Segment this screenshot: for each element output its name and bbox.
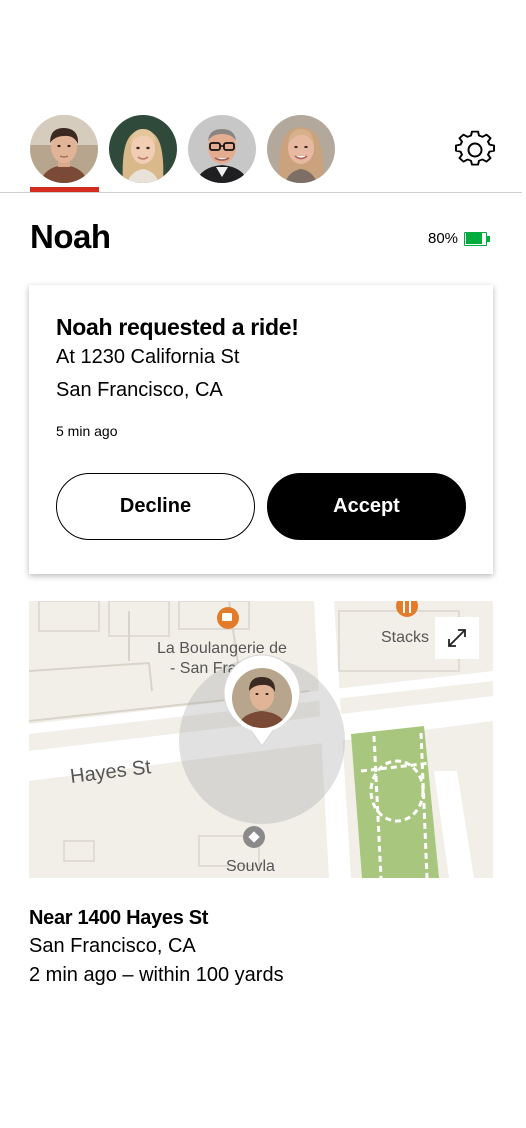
- ride-request-address: At 1230 California St: [56, 346, 240, 368]
- ride-request-time: 5 min ago: [56, 423, 118, 439]
- header-divider: [0, 192, 522, 193]
- battery-status: 80%: [428, 230, 491, 247]
- location-map[interactable]: Hayes St La Boulangerie de - San Frao St…: [29, 601, 493, 878]
- family-avatars: [30, 115, 335, 183]
- avatar-family-member-3[interactable]: [188, 115, 256, 183]
- accept-button[interactable]: Accept: [267, 473, 466, 540]
- page-title: Noah: [30, 218, 111, 255]
- ride-request-city: San Francisco, CA: [56, 379, 223, 401]
- location-detail: 2 min ago – within 100 yards: [29, 964, 284, 986]
- ride-request-title: Noah requested a ride!: [56, 314, 299, 340]
- ride-request-card: Noah requested a ride! At 1230 Californi…: [29, 285, 493, 574]
- map-poi-cafe: La Boulangerie de: [157, 640, 287, 657]
- expand-icon: [448, 629, 466, 647]
- expand-map-button[interactable]: [435, 617, 479, 659]
- avatar-family-member-4[interactable]: [267, 115, 335, 183]
- avatar-noah[interactable]: [30, 115, 98, 183]
- location-city: San Francisco, CA: [29, 935, 196, 957]
- location-title: Near 1400 Hayes St: [29, 907, 209, 929]
- battery-icon: [464, 231, 491, 246]
- map-poi-restaurant: Stacks: [381, 629, 429, 646]
- map-poi-store: Souvla: [226, 858, 275, 875]
- battery-percent: 80%: [428, 230, 459, 247]
- top-bar: [0, 0, 526, 193]
- avatar-family-member-2[interactable]: [109, 115, 177, 183]
- gear-icon[interactable]: [455, 130, 495, 170]
- decline-button[interactable]: Decline: [56, 473, 255, 540]
